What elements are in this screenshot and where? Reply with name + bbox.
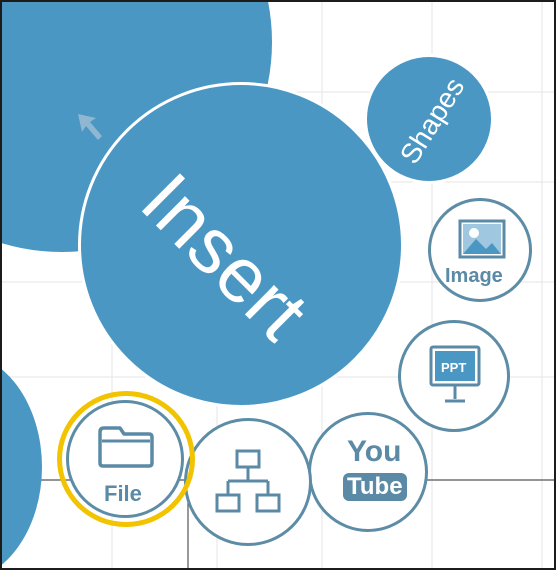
insert-label: Insert: [124, 156, 325, 357]
youtube-tube-label: Tube: [343, 473, 407, 501]
youtube-bubble[interactable]: You Tube: [308, 412, 428, 532]
radial-menu-canvas: Insert Shapes Image PPT You Tube File: [0, 0, 556, 570]
sitemap-bubble[interactable]: [184, 418, 312, 546]
image-bubble[interactable]: Image: [428, 198, 532, 302]
image-label: Image: [445, 265, 503, 287]
shapes-bubble[interactable]: Shapes: [364, 54, 494, 184]
shapes-label: Shapes: [393, 72, 471, 170]
ppt-label: PPT: [441, 360, 467, 375]
sitemap-icon: [215, 449, 281, 513]
youtube-you-label: You: [347, 435, 402, 468]
file-highlight-ring: [57, 391, 195, 527]
image-icon: [458, 219, 506, 259]
youtube-icon: You Tube: [341, 435, 407, 511]
ppt-bubble[interactable]: PPT: [398, 320, 510, 432]
insert-bubble[interactable]: Insert: [78, 82, 404, 408]
ppt-icon: [429, 345, 481, 403]
arrow-icon[interactable]: [74, 110, 108, 144]
